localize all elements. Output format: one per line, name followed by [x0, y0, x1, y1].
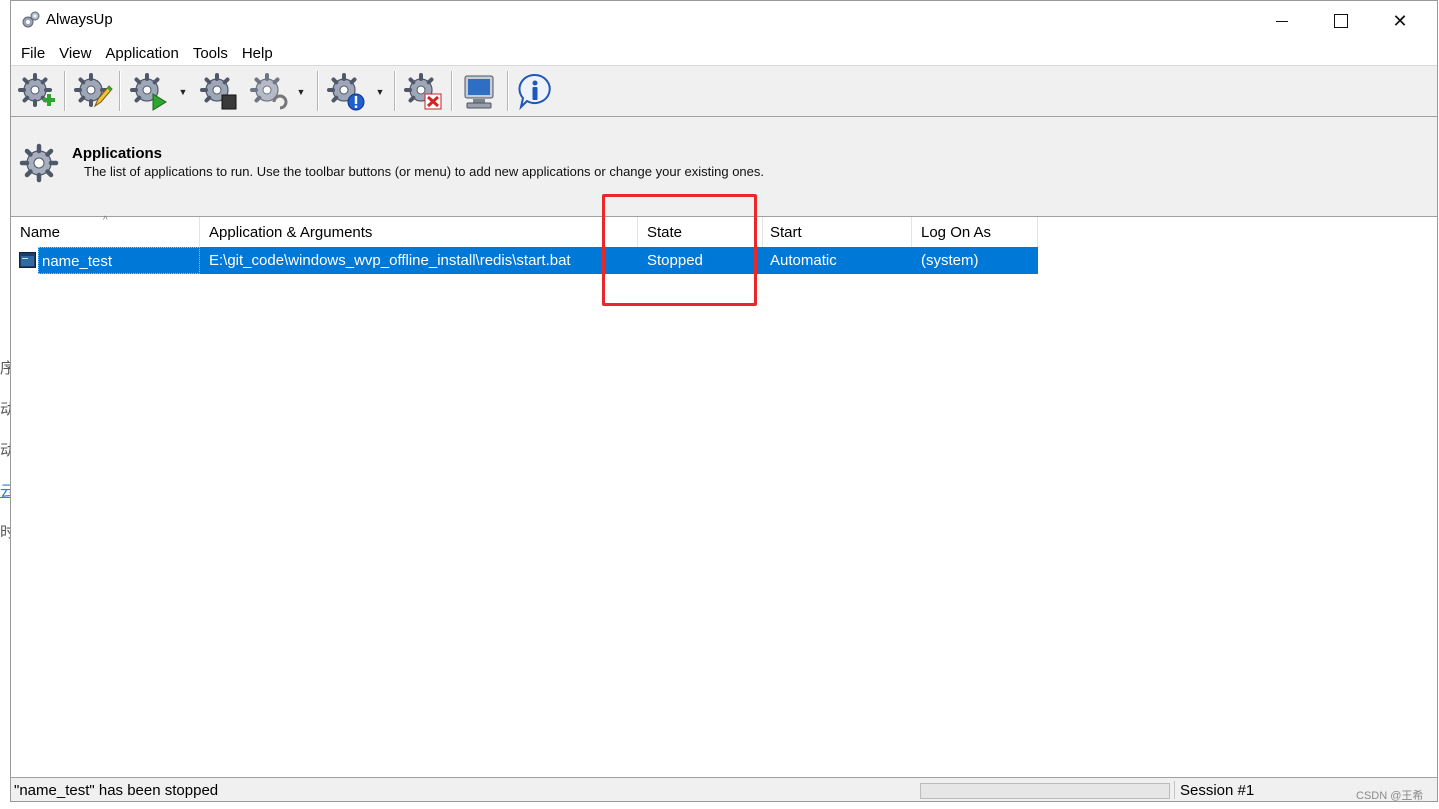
- background-text-fragment: 动: [0, 401, 10, 418]
- logon-cell: (system): [912, 247, 1038, 274]
- monitor-icon: [464, 75, 494, 109]
- maximize-button[interactable]: [1312, 1, 1370, 41]
- column-header-name[interactable]: Name ^: [11, 215, 200, 247]
- restart-application-button[interactable]: [247, 71, 291, 113]
- restart-dropdown-arrow[interactable]: ▼: [296, 85, 306, 99]
- background-text-fragment: 动: [0, 442, 10, 459]
- gear-info-icon: [327, 73, 365, 111]
- title-bar[interactable]: AlwaysUp ✕: [11, 1, 1437, 41]
- sort-ascending-icon: ^: [103, 215, 108, 226]
- menu-help[interactable]: Help: [236, 45, 279, 62]
- close-icon: ✕: [1392, 10, 1408, 31]
- about-button[interactable]: [513, 71, 557, 113]
- gear-remove-icon: [404, 73, 442, 110]
- app-gears-icon: [22, 11, 40, 28]
- name-cell[interactable]: name_test: [11, 247, 200, 274]
- row-name-text: name_test: [38, 247, 200, 274]
- column-header-label: Start: [770, 224, 802, 241]
- toolbar-separator: [507, 71, 509, 111]
- info-icon: [518, 73, 551, 111]
- minimize-icon: [1276, 20, 1288, 22]
- gear-start-icon: [130, 73, 167, 111]
- toolbar-separator: [119, 71, 121, 111]
- remove-application-button[interactable]: [401, 71, 445, 113]
- table-row[interactable]: name_test E:\git_code\windows_wvp_offlin…: [11, 247, 1038, 274]
- add-application-button[interactable]: [15, 71, 59, 113]
- minimize-button[interactable]: [1253, 1, 1311, 41]
- status-separator: [1174, 781, 1175, 799]
- status-progress-bar: [920, 783, 1170, 799]
- menu-file[interactable]: File: [15, 45, 51, 62]
- menu-tools[interactable]: Tools: [187, 45, 234, 62]
- toolbar-separator: [64, 71, 66, 111]
- alwaysup-window: AlwaysUp ✕ File View Application Tools H…: [10, 0, 1438, 802]
- toolbar-separator: [317, 71, 319, 111]
- column-header-start[interactable]: Start: [763, 217, 912, 247]
- column-header-logon[interactable]: Log On As: [912, 217, 1038, 247]
- status-message: "name_test" has been stopped: [14, 782, 219, 799]
- application-path-cell: E:\git_code\windows_wvp_offline_install\…: [200, 247, 638, 274]
- background-link-fragment: 云: [0, 483, 10, 500]
- background-text-fragment: 序: [0, 360, 10, 377]
- background-text-fragment: 时: [0, 524, 10, 541]
- status-bar: "name_test" has been stopped Session #1: [11, 777, 1437, 801]
- application-info-button[interactable]: [324, 71, 368, 113]
- section-title: Applications: [72, 145, 163, 162]
- maximize-icon: [1334, 14, 1348, 28]
- stop-application-button[interactable]: [197, 71, 241, 113]
- menu-application[interactable]: Application: [99, 45, 184, 62]
- menu-bar: File View Application Tools Help: [11, 41, 1437, 65]
- state-column-highlight: [602, 194, 757, 306]
- column-header-label: Application & Arguments: [209, 224, 373, 241]
- column-header-application[interactable]: Application & Arguments: [200, 217, 638, 247]
- start-application-button[interactable]: [127, 71, 171, 113]
- menu-view[interactable]: View: [53, 45, 97, 62]
- watermark-text: CSDN @王希: [1356, 790, 1424, 802]
- console-button[interactable]: [457, 71, 501, 113]
- toolbar: ▼ ▼ ▼: [11, 65, 1437, 117]
- close-button[interactable]: ✕: [1371, 1, 1429, 41]
- applications-gear-icon: [19, 143, 59, 183]
- application-window-icon: [19, 252, 36, 268]
- column-header-label: Log On As: [921, 224, 992, 241]
- gear-restart-icon: [250, 73, 288, 110]
- start-cell: Automatic: [763, 247, 912, 274]
- column-header-label: Name: [20, 224, 61, 241]
- toolbar-separator: [451, 71, 453, 111]
- session-indicator: Session #1: [1180, 782, 1255, 799]
- edit-application-button[interactable]: [71, 71, 115, 113]
- start-dropdown-arrow[interactable]: ▼: [178, 85, 188, 99]
- info-dropdown-arrow[interactable]: ▼: [375, 85, 385, 99]
- gear-edit-icon: [74, 73, 113, 108]
- section-description: The list of applications to run. Use the…: [84, 164, 764, 179]
- toolbar-separator: [394, 71, 396, 111]
- gear-stop-icon: [200, 73, 237, 110]
- window-title: AlwaysUp: [46, 11, 113, 28]
- gear-add-icon: [18, 73, 55, 107]
